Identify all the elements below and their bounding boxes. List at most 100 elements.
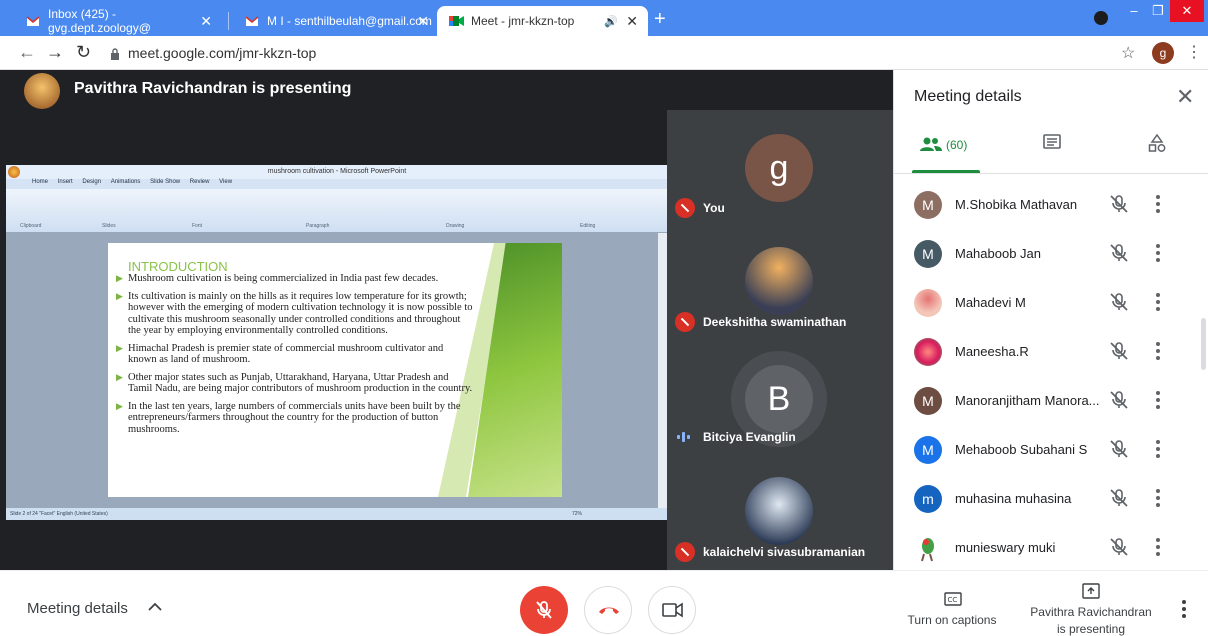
participant-tile[interactable]: kalaichelvi sivasubramanian — [667, 455, 893, 570]
avatar: M — [914, 191, 942, 219]
more-options-icon[interactable] — [1155, 195, 1161, 215]
participant-name: M.Shobika Mathavan — [955, 197, 1078, 212]
close-panel-button[interactable]: ✕ — [1176, 84, 1194, 110]
participant-row[interactable]: munieswary muki — [893, 524, 1203, 570]
tile-name: You — [703, 201, 725, 215]
close-icon[interactable]: ✕ — [626, 13, 638, 30]
camera-toggle-button[interactable] — [648, 586, 696, 634]
slide: INTRODUCTION ▶ Mushroom cultivation is be… — [108, 243, 562, 497]
participant-row[interactable]: M Manoranjitham Manora... — [893, 377, 1203, 426]
meet-icon — [449, 14, 464, 28]
ribbon-group-label: Slides — [102, 223, 116, 229]
participant-row[interactable]: M Mahaboob Jan — [893, 230, 1203, 279]
participant-row[interactable]: M Mehaboob Subahani S — [893, 426, 1203, 475]
mic-off-icon[interactable] — [1108, 438, 1130, 460]
reload-icon[interactable]: ↻ — [76, 42, 91, 63]
tab-label: Inbox (425) - gvg.dept.zoology@ — [48, 7, 151, 35]
participant-tile[interactable]: Deekshitha swaminathan — [667, 225, 893, 340]
more-options-icon[interactable] — [1155, 440, 1161, 460]
mic-off-icon[interactable] — [1108, 291, 1130, 313]
mic-off-icon[interactable] — [1108, 487, 1130, 509]
avatar: g — [745, 134, 813, 202]
participant-row[interactable]: Maneesha.R — [893, 328, 1203, 377]
close-icon[interactable]: ✕ — [417, 13, 429, 30]
mic-off-icon[interactable] — [1108, 536, 1130, 558]
slide-body: ▶ Mushroom cultivation is being commercia… — [116, 273, 473, 435]
leave-call-button[interactable] — [584, 586, 632, 634]
mic-off-icon[interactable] — [1108, 242, 1130, 264]
more-options-icon[interactable] — [1155, 538, 1161, 558]
new-tab-button[interactable]: + — [654, 8, 666, 31]
participant-row[interactable]: Mahadevi M — [893, 279, 1203, 328]
tile-name: Bitciya Evanglin — [703, 430, 796, 444]
more-options-icon[interactable] — [1155, 293, 1161, 313]
avatar: M — [914, 240, 942, 268]
video-camera-icon — [662, 602, 683, 618]
window-close-button[interactable]: ✕ — [1170, 0, 1204, 22]
captions-icon[interactable]: CC — [944, 592, 962, 606]
presenting-name: Pavithra Ravichandran — [1030, 605, 1152, 619]
mic-off-icon — [675, 312, 695, 332]
gmail-icon — [26, 14, 40, 28]
panel-scrollbar[interactable] — [1201, 318, 1206, 370]
mic-off-icon[interactable] — [1108, 340, 1130, 362]
presenting-status[interactable]: Pavithra Ravichandran is presenting — [1022, 605, 1160, 636]
presenter-avatar — [24, 73, 60, 109]
ribbon-group-label: Paragraph — [306, 223, 330, 229]
profile-avatar[interactable]: g — [1152, 42, 1174, 64]
ppt-menu: Home Insert Design Animations Slide Show… — [6, 179, 668, 189]
chevron-up-icon[interactable] — [148, 601, 162, 615]
ppt-menu-slideshow: Slide Show — [150, 179, 181, 185]
slide-bullet: Other major states such as Punjab, Uttar… — [128, 371, 473, 395]
browser-menu-icon[interactable]: ⋮ — [1186, 42, 1202, 62]
more-options-icon[interactable] — [1181, 600, 1187, 620]
tab-mail-2[interactable]: M I - senthilbeulah@gmail.com ✕ — [233, 6, 439, 36]
ppt-zoom-level: 72% — [572, 511, 583, 517]
more-options-icon[interactable] — [1155, 391, 1161, 411]
ppt-menu-animations: Animations — [110, 179, 141, 185]
tab-inbox[interactable]: Inbox (425) - gvg.dept.zoology@ ✕ — [14, 6, 222, 36]
more-options-icon[interactable] — [1155, 244, 1161, 264]
mic-off-icon[interactable] — [1108, 389, 1130, 411]
captions-button[interactable]: Turn on captions — [900, 613, 1004, 627]
tab-activities[interactable] — [1148, 133, 1166, 164]
ppt-menu-view: View — [219, 179, 233, 185]
url-field[interactable]: meet.google.com/jmr-kkzn-top — [128, 45, 316, 61]
tab-chat[interactable] — [1043, 134, 1061, 164]
slide-bullet: In the last ten years, large numbers of … — [128, 400, 461, 435]
participant-tile[interactable]: B Bitciya Evanglin — [667, 340, 893, 455]
people-count: (60) — [946, 138, 968, 152]
lock-icon — [110, 47, 120, 60]
more-options-icon[interactable] — [1155, 489, 1161, 509]
ppt-menu-review: Review — [189, 179, 210, 185]
chat-icon — [1043, 134, 1061, 156]
mic-off-icon — [536, 601, 552, 619]
bookmark-star-icon[interactable]: ☆ — [1121, 43, 1135, 63]
ribbon-group-label: Font — [192, 223, 203, 229]
restore-button[interactable]: ❐ — [1147, 0, 1169, 22]
participant-tiles: g You Deekshitha swaminathan B Bitciya E… — [667, 110, 893, 570]
tile-name: kalaichelvi sivasubramanian — [703, 545, 866, 559]
avatar: M — [914, 387, 942, 415]
meeting-details-button[interactable]: Meeting details — [27, 600, 128, 617]
mic-off-icon[interactable] — [1108, 193, 1130, 215]
participant-row[interactable]: m muhasina muhasina — [893, 475, 1203, 524]
present-screen-icon[interactable] — [1082, 583, 1100, 599]
ppt-menu-insert: Insert — [57, 179, 73, 185]
avatar: M — [914, 436, 942, 464]
back-icon[interactable]: ← — [18, 42, 36, 63]
more-options-icon[interactable] — [1155, 342, 1161, 362]
minimize-button[interactable]: ‒ — [1120, 0, 1148, 22]
close-icon[interactable]: ✕ — [200, 13, 212, 30]
tab-meet[interactable]: Meet - jmr-kkzn-top 🔊 ✕ — [437, 6, 648, 36]
participant-tile[interactable]: g You — [667, 110, 893, 225]
forward-icon[interactable]: → — [46, 42, 64, 63]
mic-off-icon — [675, 542, 695, 562]
avatar — [745, 247, 813, 315]
participant-row[interactable]: M M.Shobika Mathavan — [893, 181, 1203, 230]
microphone-toggle-button[interactable] — [520, 586, 568, 634]
speaker-icon[interactable]: 🔊 — [604, 15, 618, 28]
avatar — [914, 534, 942, 562]
avatar — [914, 338, 942, 366]
profile-indicator-icon[interactable] — [1094, 11, 1108, 25]
